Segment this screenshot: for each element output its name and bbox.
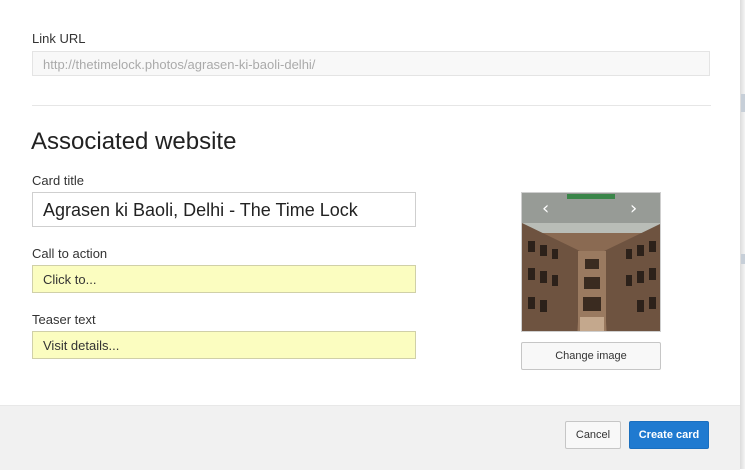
create-card-button[interactable]: Create card: [629, 421, 709, 449]
section-divider: [32, 105, 711, 106]
chevron-left-icon[interactable]: ‹: [542, 197, 549, 221]
section-heading: Associated website: [31, 128, 237, 155]
page-edge-marker: [741, 254, 745, 264]
page-edge-marker: [741, 94, 745, 112]
card-image-preview: ‹ ›: [521, 192, 661, 332]
link-url-field[interactable]: http://thetimelock.photos/agrasen-ki-bao…: [32, 51, 710, 76]
create-card-dialog: Link URL http://thetimelock.photos/agras…: [0, 0, 741, 470]
cancel-button[interactable]: Cancel: [565, 421, 621, 449]
teaser-text-input[interactable]: Visit details...: [32, 331, 416, 359]
link-url-label: Link URL: [32, 31, 86, 46]
change-image-button[interactable]: Change image: [521, 342, 661, 370]
chevron-right-icon[interactable]: ›: [630, 197, 637, 221]
page-edge-shadow: [740, 0, 745, 469]
call-to-action-input[interactable]: Click to...: [32, 265, 416, 293]
card-title-input[interactable]: Agrasen ki Baoli, Delhi - The Time Lock: [32, 192, 416, 227]
teaser-text-label: Teaser text: [32, 312, 96, 327]
card-title-label: Card title: [32, 173, 85, 188]
call-to-action-label: Call to action: [32, 246, 108, 261]
